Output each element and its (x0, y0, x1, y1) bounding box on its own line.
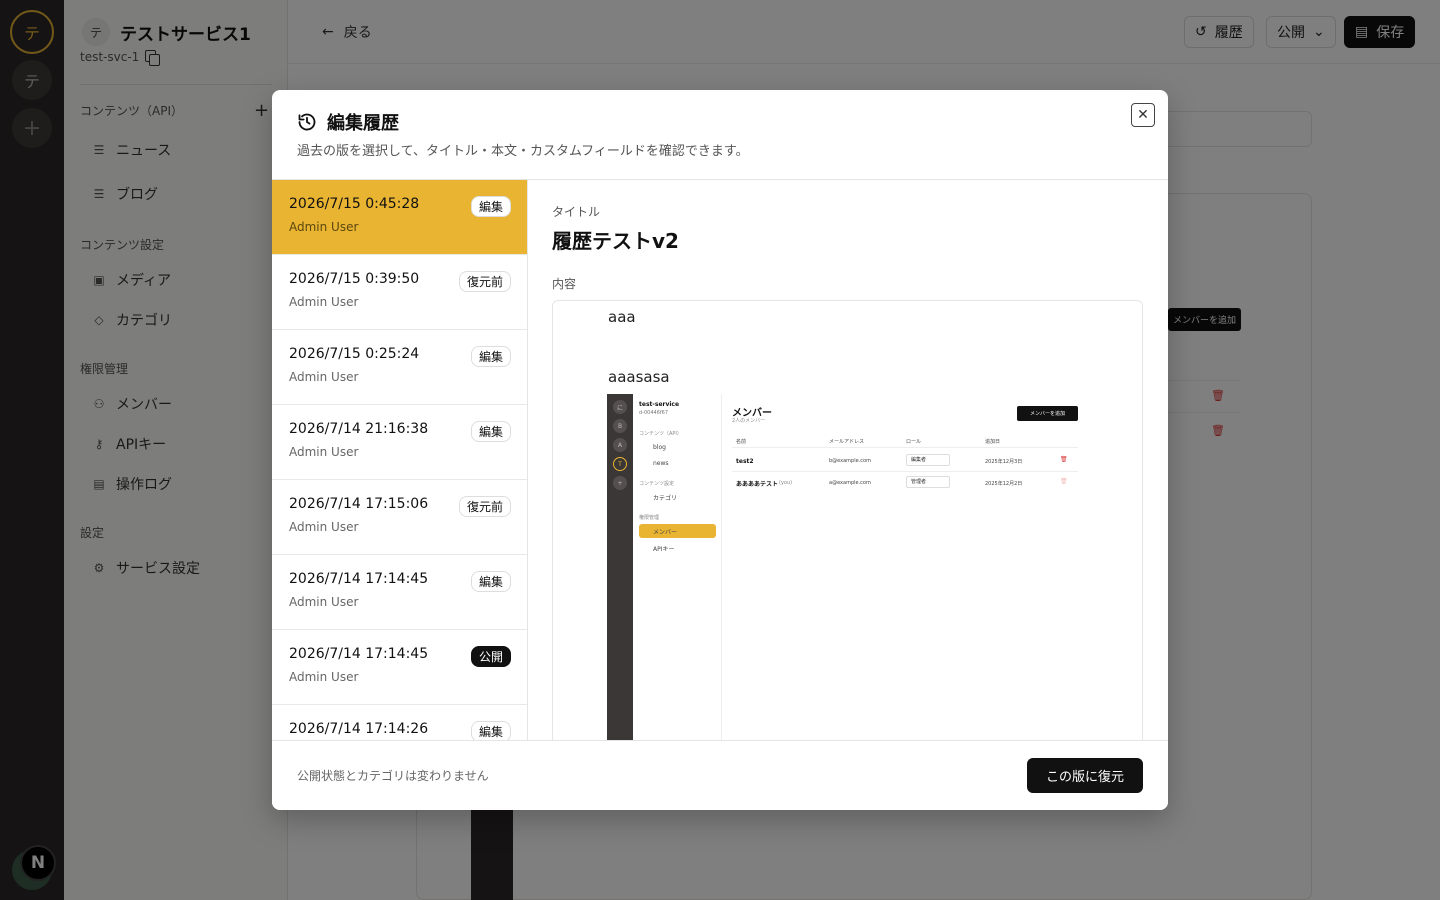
version-user: Admin User (289, 595, 359, 609)
embedded-cell: test2 (736, 458, 754, 465)
content-paragraph: aaa (608, 308, 636, 326)
embedded-add-label: メンバーを追加 (1029, 411, 1065, 417)
footer-note: 公開状態とカテゴリは変わりません (297, 769, 489, 783)
embedded-service-id: d-00446f67 (639, 410, 669, 416)
embedded-item: カテゴリ (653, 495, 678, 502)
version-badge: 復元前 (458, 271, 511, 292)
version-user: Admin User (289, 445, 359, 459)
version-item[interactable]: 2026/7/14 17:14:26Admin User編集 (272, 705, 527, 740)
version-badge: 編集 (470, 721, 511, 740)
embedded-add-button: メンバーを追加 (1017, 406, 1078, 421)
embedded-role: 編集者 (911, 457, 927, 463)
version-badge: 復元前 (458, 496, 511, 517)
embedded-col: 追加日 (985, 439, 1001, 445)
embedded-section: 権限管理 (639, 515, 660, 521)
version-badge: 編集 (470, 421, 511, 442)
version-detail: タイトル 履歴テストv2 内容 aaa aaasasa に B A T + te… (528, 180, 1168, 740)
trash-icon: 🗑 (1060, 456, 1068, 463)
embedded-divider (732, 471, 1078, 472)
version-badge: 編集 (470, 346, 511, 367)
embedded-service-name: test-service (639, 401, 680, 408)
embedded-cell: (you) (779, 480, 793, 486)
version-item[interactable]: 2026/7/15 0:39:50 Admin User 復元前 (272, 255, 527, 330)
embedded-item: APIキー (653, 546, 675, 553)
modal-title: 編集履歴 (297, 109, 399, 135)
content-label: 内容 (552, 277, 577, 291)
version-item[interactable]: 2026/7/14 17:14:45 Admin User 公開 (272, 630, 527, 705)
content-paragraph: aaasasa (608, 368, 670, 386)
version-user: Admin User (289, 370, 359, 384)
modal-header: 編集履歴 過去の版を選択して、タイトル・本文・カスタムフィールドを確認できます。… (272, 90, 1168, 180)
embedded-item: blog (653, 444, 666, 451)
embedded-section: コンテンツ（API） (639, 431, 682, 437)
version-item[interactable]: 2026/7/15 0:45:28 Admin User 編集 (272, 180, 527, 255)
version-badge: 編集 (470, 196, 511, 217)
embedded-rail-dot: + (613, 476, 627, 490)
embedded-screenshot: に B A T + test-service d-00446f67 コンテンツ（… (607, 394, 1087, 740)
embedded-cell: a@example.com (829, 480, 871, 486)
version-user: Admin User (289, 670, 359, 684)
embedded-item: news (653, 460, 669, 467)
version-item[interactable]: 2026/7/14 21:16:38 Admin User 編集 (272, 405, 527, 480)
embedded-sidebar (633, 394, 722, 740)
modal-footer: 公開状態とカテゴリは変わりません この版に復元 (272, 740, 1168, 810)
embedded-page-subtitle: 2人のメンバー (732, 418, 766, 424)
embedded-role: 管理者 (911, 479, 927, 485)
close-icon: ✕ (1137, 107, 1149, 123)
embedded-rail-dot: A (613, 438, 627, 452)
embedded-role-select: 管理者 (906, 476, 950, 488)
version-list[interactable]: 2026/7/15 0:45:28 Admin User 編集 2026/7/15 0… (272, 180, 528, 740)
version-item[interactable]: 2026/7/15 0:25:24 Admin User 編集 (272, 330, 527, 405)
trash-icon: 🗑 (1060, 478, 1068, 485)
content-preview[interactable]: aaa aaasasa に B A T + test-service d-004… (552, 300, 1143, 740)
embedded-cell: 2025年12月2日 (985, 481, 1023, 487)
embedded-cell: ああああテスト (736, 481, 779, 488)
title-value: 履歴テストv2 (552, 229, 679, 253)
embedded-col: メールアドレス (829, 439, 865, 445)
history-modal: 編集履歴 過去の版を選択して、タイトル・本文・カスタムフィールドを確認できます。… (272, 90, 1168, 810)
version-item[interactable]: 2026/7/14 17:14:45 Admin User 編集 (272, 555, 527, 630)
title-label: タイトル (552, 205, 601, 219)
embedded-section: コンテンツ設定 (639, 481, 675, 487)
version-item[interactable]: 2026/7/14 17:15:06 Admin User 復元前 (272, 480, 527, 555)
embedded-role-select: 編集者 (906, 454, 950, 466)
embedded-col: ロール (906, 439, 922, 445)
embedded-rail-dot: に (613, 400, 627, 414)
history-icon (298, 113, 316, 131)
version-badge: 公開 (470, 646, 511, 667)
version-user: Admin User (289, 520, 359, 534)
embedded-rail-dot: B (613, 419, 627, 433)
embedded-divider (732, 447, 1078, 448)
version-user: Admin User (289, 220, 359, 234)
embedded-rail: に B A T + (607, 394, 633, 740)
close-button[interactable]: ✕ (1131, 103, 1155, 127)
embedded-col: 名前 (736, 439, 747, 445)
embedded-cell: b@example.com (829, 458, 871, 464)
embedded-cell: 2025年12月3日 (985, 459, 1023, 465)
restore-button[interactable]: この版に復元 (1027, 758, 1143, 793)
embedded-item: メンバー (653, 529, 678, 536)
modal-description: 過去の版を選択して、タイトル・本文・カスタムフィールドを確認できます。 (297, 144, 749, 159)
version-badge: 編集 (470, 571, 511, 592)
embedded-rail-dot: T (613, 457, 627, 471)
version-user: Admin User (289, 295, 359, 309)
embedded-selected-item (639, 524, 716, 538)
modal-title-text: 編集履歴 (327, 113, 399, 134)
